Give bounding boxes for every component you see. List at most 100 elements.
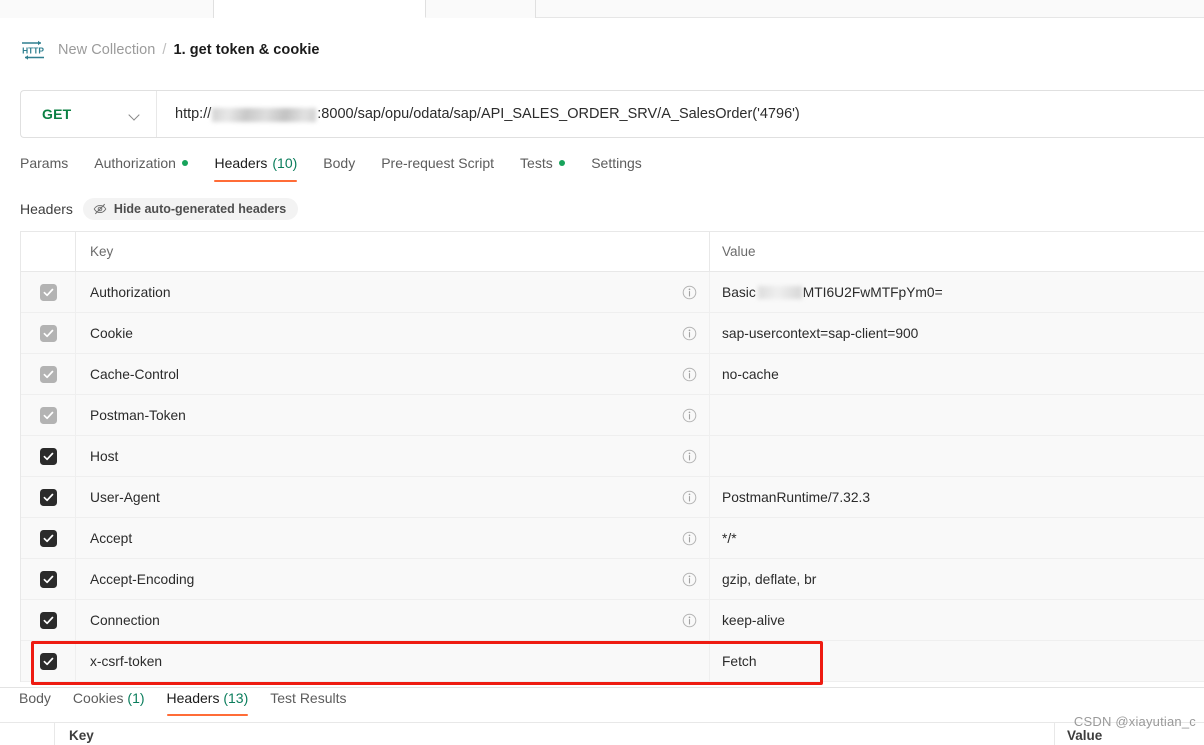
header-key-cell[interactable]: x-csrf-token — [76, 641, 710, 681]
breadcrumb-collection[interactable]: New Collection — [58, 42, 155, 58]
header-value-cell[interactable] — [710, 395, 1204, 435]
tab-headers-label: Headers — [214, 155, 268, 171]
header-value-text: Basic — [722, 284, 756, 300]
header-key-text: Authorization — [90, 284, 171, 300]
row-check-cell[interactable] — [21, 272, 76, 312]
header-value-cell[interactable]: no-cache — [710, 354, 1204, 394]
info-icon[interactable] — [682, 531, 697, 546]
header-key-cell[interactable]: Accept — [76, 518, 710, 558]
window-tab-2-active[interactable] — [214, 0, 426, 18]
url-input[interactable]: http:// :8000/sap/opu/odata/sap/API_SALE… — [157, 91, 1204, 137]
header-key-text: Postman-Token — [90, 407, 186, 423]
window-tab-1[interactable] — [0, 0, 214, 18]
response-tab-body[interactable]: Body — [8, 690, 62, 716]
tab-body-label: Body — [323, 155, 356, 171]
info-icon[interactable] — [682, 367, 697, 382]
table-row[interactable]: Host — [21, 436, 1204, 477]
info-icon[interactable] — [682, 449, 697, 464]
row-check-cell[interactable] — [21, 600, 76, 640]
header-value-text: Fetch — [722, 653, 757, 669]
headers-toolbar: Headers Hide auto-generated headers — [20, 198, 299, 220]
header-key-cell[interactable]: Cookie — [76, 313, 710, 353]
row-check-cell[interactable] — [21, 395, 76, 435]
row-check-cell[interactable] — [21, 313, 76, 353]
table-row[interactable]: User-Agent PostmanRuntime/7.32.3 — [21, 477, 1204, 518]
tab-pre-request-script[interactable]: Pre-request Script — [368, 155, 507, 182]
header-value-text: gzip, deflate, br — [722, 571, 817, 587]
breadcrumb-separator: / — [162, 42, 167, 58]
header-key-cell[interactable]: Accept-Encoding — [76, 559, 710, 599]
hide-auto-generated-headers-button[interactable]: Hide auto-generated headers — [82, 198, 299, 220]
response-tab-test-results[interactable]: Test Results — [259, 690, 357, 716]
row-check-cell[interactable] — [21, 559, 76, 599]
header-value-cell[interactable] — [710, 436, 1204, 476]
info-icon[interactable] — [682, 572, 697, 587]
header-key-cell[interactable]: Host — [76, 436, 710, 476]
request-headers-table: Key Value Authorization Basic MTI6U2FwMTF… — [20, 231, 1204, 682]
response-tab-cookies[interactable]: Cookies (1) — [62, 690, 156, 716]
tests-modified-dot-icon — [558, 159, 566, 167]
header-key-cell[interactable]: Connection — [76, 600, 710, 640]
tab-headers[interactable]: Headers (10) — [201, 155, 310, 182]
table-row[interactable]: Cookie sap-usercontext=sap-client=900 — [21, 313, 1204, 354]
row-checkbox-auto-generated[interactable] — [39, 324, 57, 342]
header-key-cell[interactable]: Postman-Token — [76, 395, 710, 435]
table-row[interactable]: Cache-Control no-cache — [21, 354, 1204, 395]
row-check-cell[interactable] — [21, 518, 76, 558]
tab-tests[interactable]: Tests — [507, 155, 578, 182]
eye-slash-icon — [93, 203, 107, 215]
row-checkbox[interactable] — [39, 652, 57, 670]
tab-authorization[interactable]: Authorization — [81, 155, 201, 182]
row-checkbox[interactable] — [39, 611, 57, 629]
table-row[interactable]: x-csrf-token Fetch — [21, 641, 1204, 682]
row-checkbox[interactable] — [39, 529, 57, 547]
table-row[interactable]: Authorization Basic MTI6U2FwMTFpYm0= — [21, 272, 1204, 313]
tab-body[interactable]: Body — [310, 155, 368, 182]
info-icon[interactable] — [682, 490, 697, 505]
window-tab-strip — [0, 0, 1204, 18]
row-checkbox[interactable] — [39, 488, 57, 506]
table-row[interactable]: Connection keep-alive — [21, 600, 1204, 641]
column-header-key: Key — [76, 232, 710, 271]
row-checkbox[interactable] — [39, 570, 57, 588]
header-key-text: x-csrf-token — [90, 653, 163, 669]
info-icon[interactable] — [682, 285, 697, 300]
row-check-cell[interactable] — [21, 641, 76, 681]
http-method-selector[interactable]: GET — [21, 91, 157, 137]
info-icon[interactable] — [682, 613, 697, 628]
url-bar: GET http:// :8000/sap/opu/odata/sap/API_… — [20, 90, 1204, 138]
row-check-cell[interactable] — [21, 477, 76, 517]
breadcrumb-request-name[interactable]: 1. get token & cookie — [173, 42, 319, 58]
table-row[interactable]: Accept */* — [21, 518, 1204, 559]
header-value-cell[interactable]: Fetch — [710, 641, 1204, 681]
header-value-cell[interactable]: gzip, deflate, br — [710, 559, 1204, 599]
tab-params[interactable]: Params — [20, 155, 81, 182]
response-headers-table: Key Value — [0, 722, 1204, 745]
header-value-cell[interactable]: PostmanRuntime/7.32.3 — [710, 477, 1204, 517]
window-tab-3[interactable] — [426, 0, 536, 18]
info-icon[interactable] — [682, 408, 697, 423]
row-checkbox-auto-generated[interactable] — [39, 365, 57, 383]
row-checkbox[interactable] — [39, 447, 57, 465]
header-value-text: sap-usercontext=sap-client=900 — [722, 325, 919, 341]
response-tab-headers[interactable]: Headers (13) — [156, 690, 260, 716]
tab-settings[interactable]: Settings — [578, 155, 655, 182]
header-key-text: Host — [90, 448, 119, 464]
info-icon[interactable] — [682, 326, 697, 341]
row-checkbox-auto-generated[interactable] — [39, 283, 57, 301]
header-value-text: */* — [722, 530, 737, 546]
table-row[interactable]: Accept-Encoding gzip, deflate, br — [21, 559, 1204, 600]
table-row[interactable]: Postman-Token — [21, 395, 1204, 436]
row-check-cell[interactable] — [21, 354, 76, 394]
header-key-cell[interactable]: User-Agent — [76, 477, 710, 517]
header-value-cell[interactable]: sap-usercontext=sap-client=900 — [710, 313, 1204, 353]
header-key-text: Accept — [90, 530, 133, 546]
header-value-cell[interactable]: keep-alive — [710, 600, 1204, 640]
header-value-cell[interactable]: Basic MTI6U2FwMTFpYm0= — [710, 272, 1204, 312]
header-key-cell[interactable]: Cache-Control — [76, 354, 710, 394]
header-value-cell[interactable]: */* — [710, 518, 1204, 558]
row-checkbox-auto-generated[interactable] — [39, 406, 57, 424]
header-key-cell[interactable]: Authorization — [76, 272, 710, 312]
row-check-cell[interactable] — [21, 436, 76, 476]
header-value-text: no-cache — [722, 366, 779, 382]
